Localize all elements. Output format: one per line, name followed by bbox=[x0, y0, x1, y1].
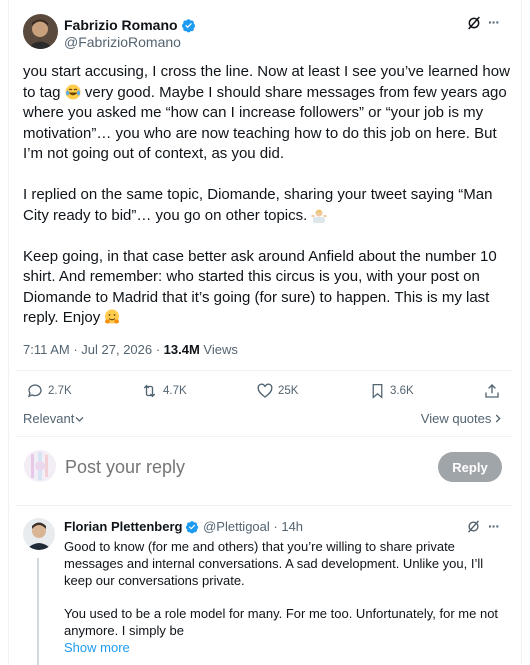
reply-input[interactable] bbox=[65, 457, 395, 478]
repost-button[interactable]: 4.7K bbox=[140, 382, 187, 400]
emoji-person-shrugging bbox=[311, 207, 327, 223]
emoji-hugging bbox=[104, 309, 120, 325]
divider bbox=[15, 505, 513, 506]
reply-time[interactable]: · 14h bbox=[270, 519, 303, 534]
bookmark-icon bbox=[369, 382, 386, 400]
share-button[interactable] bbox=[483, 382, 501, 400]
view-quotes-label: View quotes bbox=[420, 411, 492, 426]
reply-submit-button[interactable]: Reply bbox=[438, 452, 502, 482]
view-quotes-link[interactable]: View quotes bbox=[421, 411, 501, 426]
author-handle[interactable]: @FabrizioRomano bbox=[64, 34, 181, 50]
sort-dropdown[interactable]: Relevant bbox=[23, 411, 84, 426]
reply-icon bbox=[26, 382, 44, 400]
like-count: 25K bbox=[278, 385, 299, 397]
divider bbox=[15, 436, 513, 437]
grok-icon[interactable] bbox=[466, 519, 481, 539]
current-user-avatar[interactable] bbox=[24, 450, 56, 482]
reply-text: Good to know (for me and others) that yo… bbox=[64, 539, 499, 638]
chevron-down-icon bbox=[75, 411, 84, 426]
bookmark-count: 3.6K bbox=[390, 385, 414, 397]
thread-line bbox=[37, 558, 39, 665]
show-more-link[interactable]: Show more bbox=[64, 640, 130, 655]
grok-icon[interactable] bbox=[466, 15, 482, 36]
views-label: Views bbox=[199, 342, 238, 357]
share-icon bbox=[483, 382, 501, 400]
reply-button[interactable]: 2.7K bbox=[26, 382, 72, 400]
reply-author-avatar[interactable] bbox=[23, 518, 55, 550]
reply-author-handle[interactable]: @Plettigoal bbox=[203, 519, 270, 534]
chevron-right-icon bbox=[495, 411, 501, 426]
tweet-text-part-3: Keep going, in that case better ask arou… bbox=[23, 247, 497, 327]
tweet-timestamp[interactable]: 7:11 AM · Jul 27, 2026 · bbox=[23, 342, 164, 357]
like-icon bbox=[256, 382, 274, 400]
reply-author-header[interactable]: Florian Plettenberg @Plettigoal · 14h bbox=[64, 519, 303, 537]
tweet-text-part-2: very good. Maybe I should share messages… bbox=[23, 83, 507, 224]
sort-label: Relevant bbox=[23, 411, 75, 426]
divider bbox=[15, 370, 513, 371]
verified-badge-icon bbox=[181, 18, 196, 36]
author-avatar[interactable] bbox=[23, 14, 58, 49]
tweet-meta: 7:11 AM · Jul 27, 2026 · 13.4M Views bbox=[23, 342, 238, 357]
tweet-text: you start accusing, I cross the line. No… bbox=[23, 62, 511, 329]
more-icon[interactable]: ··· bbox=[488, 518, 500, 534]
emoji-laughing bbox=[65, 84, 81, 100]
more-icon[interactable]: ··· bbox=[488, 14, 500, 30]
repost-icon bbox=[140, 382, 159, 400]
verified-badge-icon bbox=[185, 520, 199, 537]
repost-count: 4.7K bbox=[163, 385, 187, 397]
views-count: 13.4M bbox=[163, 342, 200, 357]
like-button[interactable]: 25K bbox=[256, 382, 298, 400]
reply-count: 2.7K bbox=[48, 385, 72, 397]
reply-author-name[interactable]: Florian Plettenberg bbox=[64, 519, 182, 534]
bookmark-button[interactable]: 3.6K bbox=[369, 382, 414, 400]
author-name-text[interactable]: Fabrizio Romano bbox=[64, 17, 178, 33]
